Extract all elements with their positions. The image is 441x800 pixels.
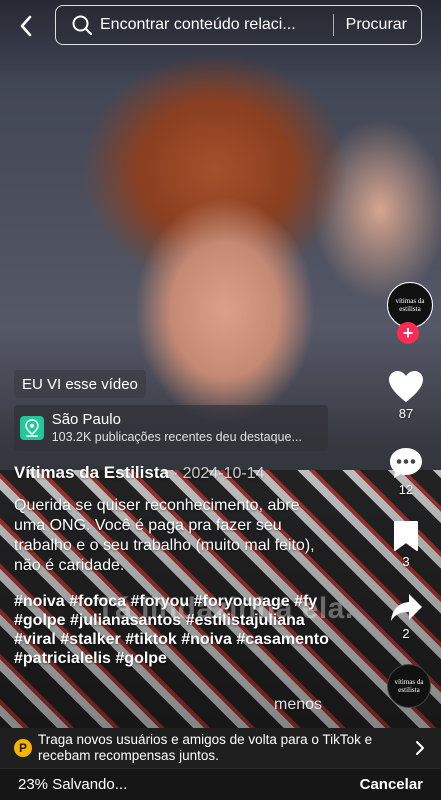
bookmark-icon	[381, 520, 431, 552]
hashtag[interactable]: #noiva	[181, 631, 236, 648]
share-button[interactable]: 2	[381, 592, 431, 641]
comment-count: 12	[398, 482, 414, 497]
location-subtitle: 103.2K publicações recentes deu destaque…	[51, 430, 302, 444]
chevron-left-icon	[20, 15, 32, 37]
author-line: Vítimas da Estilista · 2024-10-14	[14, 463, 264, 483]
location-card[interactable]: São Paulo 103.2K publicações recentes de…	[14, 405, 328, 451]
hashtag[interactable]: #estilistajuliana	[186, 612, 305, 629]
hashtag[interactable]: #foryou	[130, 593, 193, 610]
post-description: Querida se quiser reconhecimento, abre u…	[14, 497, 315, 574]
save-button[interactable]: 3	[381, 520, 431, 569]
hashtag[interactable]: #casamento	[236, 631, 329, 648]
show-less-button[interactable]: menos	[274, 696, 322, 714]
hashtag[interactable]: #fofoca	[69, 593, 130, 610]
search-input[interactable]	[100, 16, 325, 34]
comment-icon	[381, 446, 431, 480]
post-date: 2024-10-14	[182, 465, 265, 482]
search-icon	[70, 13, 94, 37]
share-count: 2	[402, 626, 410, 641]
search-button[interactable]: Procurar	[346, 16, 407, 34]
heart-icon	[381, 370, 431, 404]
hashtag[interactable]: #noiva	[14, 593, 69, 610]
save-progress-bar: 23% Salvando... Cancelar	[0, 768, 441, 800]
hashtag[interactable]: #golpe	[115, 650, 167, 667]
music-disc[interactable]: vítimas da estilista	[387, 664, 431, 708]
save-status: 23% Salvando...	[18, 776, 128, 793]
seen-badge-label: EU VI esse vídeo	[22, 375, 138, 393]
share-icon	[381, 592, 431, 624]
hashtag-list: #noiva #fofoca #foryou #foryoupage #fy #…	[14, 592, 344, 668]
hashtag[interactable]: #julianasantos	[70, 612, 186, 629]
back-button[interactable]	[12, 12, 40, 40]
avatar-text: vítimas da estilista	[395, 297, 425, 313]
hashtag[interactable]: #patricialelis	[14, 650, 115, 667]
hashtag[interactable]: #fy	[294, 593, 317, 610]
promo-text: Traga novos usuários e amigos de volta p…	[38, 732, 373, 763]
author-date-separator: ·	[172, 463, 179, 482]
save-count: 3	[402, 554, 410, 569]
music-disc-text: vítimas da estilista	[394, 678, 424, 694]
location-name: São Paulo	[51, 411, 121, 428]
reward-coin-icon: P	[14, 739, 32, 757]
hashtag[interactable]: #foryoupage	[194, 593, 294, 610]
search-bar[interactable]: Procurar	[55, 5, 422, 45]
like-count: 87	[398, 406, 414, 421]
chevron-right-icon[interactable]	[411, 739, 429, 757]
hashtag[interactable]: #stalker	[60, 631, 125, 648]
seen-badge: EU VI esse vídeo	[14, 370, 146, 398]
promo-banner[interactable]: P Traga novos usuários e amigos de volta…	[0, 728, 441, 768]
like-button[interactable]: 87	[381, 370, 431, 421]
location-pin-icon	[20, 416, 44, 440]
hashtag[interactable]: #tiktok	[125, 631, 181, 648]
cancel-button[interactable]: Cancelar	[360, 776, 423, 793]
comment-button[interactable]: 12	[381, 446, 431, 497]
hashtag[interactable]: #golpe	[14, 612, 70, 629]
location-text: São Paulo 103.2K publicações recentes de…	[52, 411, 328, 445]
hashtag[interactable]: #viral	[14, 631, 60, 648]
author-name[interactable]: Vítimas da Estilista	[14, 463, 169, 482]
plus-icon: +	[402, 323, 414, 343]
follow-button[interactable]: +	[397, 322, 419, 344]
search-divider	[332, 14, 334, 36]
top-bar: Procurar	[0, 0, 441, 50]
